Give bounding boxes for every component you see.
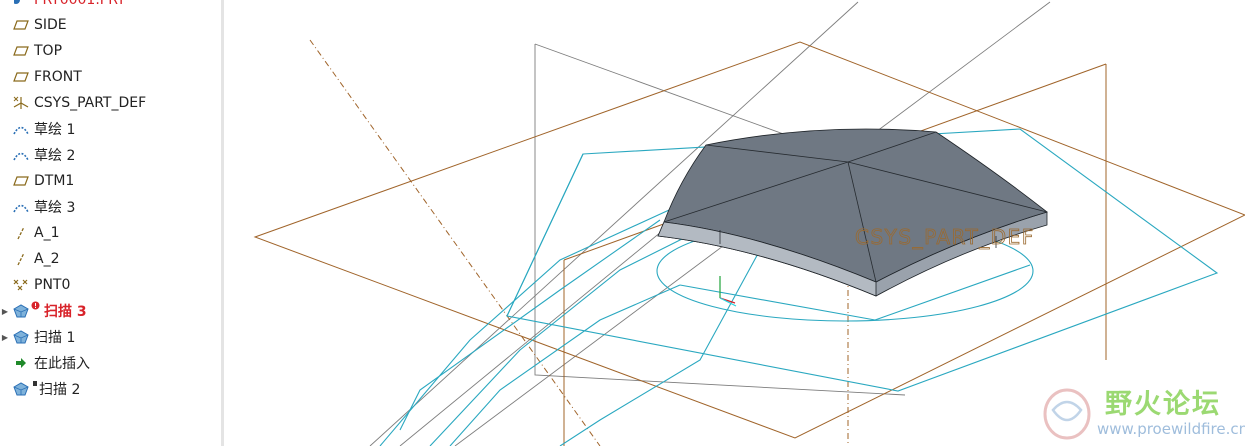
sketch-sweep-path (379, 204, 681, 446)
tree-item-label: PNT0 (34, 277, 71, 293)
tree-item-label: 草绘 1 (34, 122, 76, 138)
sketch-icon (12, 198, 30, 216)
error-badge-icon (31, 301, 40, 313)
tree-item-label: A_2 (34, 251, 60, 267)
tree-item-sketch-1[interactable]: 草绘 1 (0, 117, 221, 141)
tree-item-label: FRONT (34, 69, 82, 85)
tree-item-sweep-2[interactable]: 扫描 2 (0, 377, 221, 401)
tree-item-sketch-2[interactable]: 草绘 2 (0, 143, 221, 167)
datum-plane-icon (12, 42, 30, 60)
tree-item-label: SIDE (34, 17, 67, 33)
datum-plane-icon (12, 172, 30, 190)
forum-watermark: 野火论坛 www.proewildfire.cn (1035, 378, 1245, 446)
tree-item-dtm1[interactable]: DTM1 (0, 169, 221, 193)
datum-axis-a1 (309, 39, 601, 446)
tree-item-label: CSYS_PART_DEF (34, 95, 147, 111)
part-icon (12, 0, 30, 9)
tree-item-sketch-3[interactable]: 草绘 3 (0, 195, 221, 219)
tree-item-pnt0[interactable]: PNT0 (0, 273, 221, 297)
tree-item-side[interactable]: SIDE (0, 13, 221, 37)
model-tree: PRT0001.PRT SIDE TOP FRONT CSYS_PART_DEF… (0, 0, 222, 446)
construction-line (399, 199, 701, 446)
suppressed-marker-icon (33, 380, 38, 390)
tree-item-label: 扫描 3 (44, 304, 87, 320)
sketch-sweep-path (449, 284, 681, 446)
sketch-line (679, 284, 876, 321)
datum-plane-icon (12, 16, 30, 34)
tree-root-label: PRT0001.PRT (34, 0, 126, 8)
expand-arrow-icon[interactable]: ▶ (1, 325, 9, 349)
tree-item-label: 扫描 1 (34, 330, 76, 346)
tree-root-row[interactable]: PRT0001.PRT (0, 0, 221, 12)
sweep-icon (12, 328, 30, 346)
tree-item-axis-a1[interactable]: A_1 (0, 221, 221, 245)
datum-point-icon (12, 276, 30, 294)
tree-item-label: 草绘 3 (34, 200, 76, 216)
expand-arrow-icon[interactable]: ▶ (1, 299, 9, 323)
sketch-line (506, 153, 584, 317)
csys-label: CSYS_PART_DEF (855, 225, 1035, 249)
sketch-icon (12, 120, 30, 138)
tree-item-csys[interactable]: CSYS_PART_DEF (0, 91, 221, 115)
sweep-icon (12, 302, 30, 320)
sketch-sweep-path (399, 219, 661, 431)
coordinate-system-icon (12, 94, 30, 112)
tree-item-sweep-3[interactable]: ▶ 扫描 3 (0, 299, 221, 323)
tree-item-axis-a2[interactable]: A_2 (0, 247, 221, 271)
tree-item-label: TOP (34, 43, 63, 59)
solid-top-face (663, 128, 1048, 283)
tree-item-label: DTM1 (34, 173, 75, 189)
watermark-title: 野火论坛 (1105, 389, 1221, 420)
tree-item-front[interactable]: FRONT (0, 65, 221, 89)
tree-item-label: 扫描 2 (39, 382, 81, 398)
tree-item-label: A_1 (34, 225, 60, 241)
datum-axis-icon (12, 224, 30, 242)
tree-item-label: 草绘 2 (34, 148, 76, 164)
solid-body (657, 128, 1048, 297)
tree-item-top[interactable]: TOP (0, 39, 221, 63)
sweep-icon (12, 380, 30, 398)
tree-item-insert-here[interactable]: 在此插入 (0, 351, 221, 375)
datum-axis-icon (12, 250, 30, 268)
tree-item-label: 在此插入 (34, 356, 90, 372)
sketch-icon (12, 146, 30, 164)
datum-plane-icon (12, 68, 30, 86)
tree-item-sweep-1[interactable]: ▶ 扫描 1 (0, 325, 221, 349)
csys-marker (719, 276, 737, 307)
watermark-logo-icon (1043, 388, 1091, 440)
watermark-url: www.proewildfire.cn (1097, 420, 1245, 438)
insert-here-arrow-icon (12, 354, 30, 372)
